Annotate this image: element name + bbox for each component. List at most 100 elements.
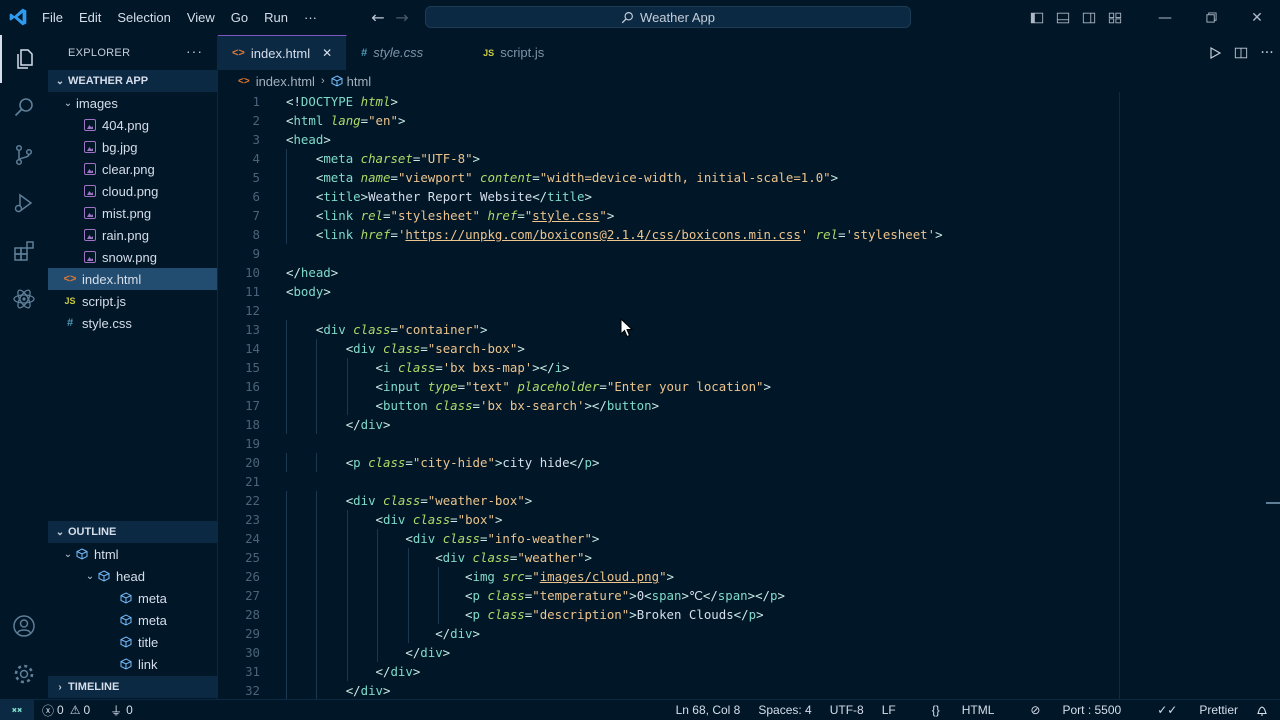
code-line[interactable]: 22 <div class="weather-box"> xyxy=(218,491,1258,510)
code-line[interactable]: 8 <link href='https://unpkg.com/boxicons… xyxy=(218,225,1258,244)
explorer-more-actions[interactable]: ··· xyxy=(186,43,203,59)
remote-indicator[interactable] xyxy=(0,700,34,720)
restore-icon[interactable] xyxy=(1188,0,1234,35)
scrollbar-thumb[interactable] xyxy=(1266,502,1280,504)
indentation[interactable]: Spaces: 4 xyxy=(758,703,811,717)
language-mode[interactable]: {} HTML xyxy=(914,703,995,717)
code-line[interactable]: 6 <title>Weather Report Website</title> xyxy=(218,187,1258,206)
forward-arrow-icon[interactable]: → xyxy=(390,7,414,27)
toggle-secondary-sidebar-icon[interactable] xyxy=(1076,0,1102,35)
code-line[interactable]: 7 <link rel="stylesheet" href="style.css… xyxy=(218,206,1258,225)
prettier-status[interactable]: ✓✓ Prettier xyxy=(1139,703,1238,717)
code-line[interactable]: 20 <p class="city-hide">city hide</p> xyxy=(218,453,1258,472)
file-item-style-css[interactable]: # style.css xyxy=(48,312,217,334)
outline-item[interactable]: meta xyxy=(48,587,217,609)
menu-selection[interactable]: Selection xyxy=(109,10,178,25)
code-line[interactable]: 3 <head> xyxy=(218,130,1258,149)
code-line[interactable]: 11 <body> xyxy=(218,282,1258,301)
menu-file[interactable]: File xyxy=(34,10,71,25)
split-editor-icon[interactable] xyxy=(1228,46,1254,60)
file-item[interactable]: 404.png xyxy=(48,114,217,136)
code-line[interactable]: 21 xyxy=(218,472,1258,491)
code-line[interactable]: 15 <i class='bx bxs-map'></i> xyxy=(218,358,1258,377)
command-center[interactable]: Weather App xyxy=(425,6,911,28)
code-line[interactable]: 29 </div> xyxy=(218,624,1258,643)
breadcrumb-symbol[interactable]: html xyxy=(347,74,372,89)
code-line[interactable]: 26 <img src="images/cloud.png"> xyxy=(218,567,1258,586)
ports-indicator[interactable]: ⏚ 0 xyxy=(110,702,143,719)
tab-script-js[interactable]: JS script.js xyxy=(469,35,592,70)
minimize-icon[interactable]: — xyxy=(1142,0,1188,35)
code-line[interactable]: 12 xyxy=(218,301,1258,320)
outline-item[interactable]: link xyxy=(48,653,217,675)
file-item[interactable]: mist.png xyxy=(48,202,217,224)
menu-edit[interactable]: Edit xyxy=(71,10,109,25)
code-editor[interactable]: 1 <!DOCTYPE html> 2 <html lang="en"> 3 <head>… xyxy=(218,92,1268,699)
customize-layout-icon[interactable] xyxy=(1102,0,1128,35)
file-item[interactable]: rain.png xyxy=(48,224,217,246)
toggle-primary-sidebar-icon[interactable] xyxy=(1024,0,1050,35)
back-arrow-icon[interactable]: ← xyxy=(366,7,390,27)
file-item[interactable]: snow.png xyxy=(48,246,217,268)
source-control-icon[interactable] xyxy=(0,131,48,179)
code-line[interactable]: 30 </div> xyxy=(218,643,1258,662)
breadcrumb-file[interactable]: index.html xyxy=(256,74,315,89)
code-line[interactable]: 13 <div class="container"> xyxy=(218,320,1258,339)
code-line[interactable]: 18 </div> xyxy=(218,415,1258,434)
run-debug-icon[interactable] xyxy=(0,179,48,227)
code-line[interactable]: 24 <div class="info-weather"> xyxy=(218,529,1258,548)
code-line[interactable]: 31 </div> xyxy=(218,662,1258,681)
tab-index-html[interactable]: <> index.html ✕ xyxy=(218,35,348,70)
code-line[interactable]: 27 <p class="temperature">0<span>℃</span… xyxy=(218,586,1258,605)
folder-images[interactable]: ⌄ images xyxy=(48,92,217,114)
code-line[interactable]: 32 </div> xyxy=(218,681,1258,699)
file-item-index-html[interactable]: <> index.html xyxy=(48,268,217,290)
menu-more[interactable]: ··· xyxy=(296,10,325,25)
end-of-line[interactable]: LF xyxy=(882,703,896,717)
close-icon[interactable]: ✕ xyxy=(322,46,332,60)
code-line[interactable]: 19 xyxy=(218,434,1258,453)
code-line[interactable]: 17 <button class='bx bx-search'></button… xyxy=(218,396,1258,415)
outline-item[interactable]: ⌄ head xyxy=(48,565,217,587)
cursor-position[interactable]: Ln 68, Col 8 xyxy=(676,703,741,717)
timeline-header[interactable]: › TIMELINE xyxy=(48,676,217,698)
code-line[interactable]: 2 <html lang="en"> xyxy=(218,111,1258,130)
code-line[interactable]: 14 <div class="search-box"> xyxy=(218,339,1258,358)
code-line[interactable]: 23 <div class="box"> xyxy=(218,510,1258,529)
account-icon[interactable] xyxy=(0,602,48,650)
code-line[interactable]: 9 xyxy=(218,244,1258,263)
search-activity-icon[interactable] xyxy=(0,83,48,131)
code-line[interactable]: 5 <meta name="viewport" content="width=d… xyxy=(218,168,1258,187)
outline-item[interactable]: meta xyxy=(48,609,217,631)
code-line[interactable]: 28 <p class="description">Broken Clouds<… xyxy=(218,605,1258,624)
outline-header[interactable]: ⌄ OUTLINE xyxy=(48,521,217,543)
menu-view[interactable]: View xyxy=(179,10,223,25)
menu-go[interactable]: Go xyxy=(223,10,256,25)
file-item[interactable]: bg.jpg xyxy=(48,136,217,158)
live-server-port[interactable]: ⊘ Port : 5500 xyxy=(1012,703,1121,717)
outline-item[interactable]: title xyxy=(48,631,217,653)
file-item-script-js[interactable]: JS script.js xyxy=(48,290,217,312)
code-line[interactable]: 1 <!DOCTYPE html> xyxy=(218,92,1258,111)
run-icon[interactable] xyxy=(1202,46,1228,59)
react-icon[interactable] xyxy=(0,275,48,323)
file-item[interactable]: cloud.png xyxy=(48,180,217,202)
more-actions-icon[interactable]: ··· xyxy=(1254,45,1280,61)
explorer-activity-icon[interactable] xyxy=(0,35,48,83)
toggle-panel-icon[interactable] xyxy=(1050,0,1076,35)
file-item[interactable]: clear.png xyxy=(48,158,217,180)
code-line[interactable]: 10 </head> xyxy=(218,263,1258,282)
problems-indicator[interactable]: ⓧ 0 ⚠ 0 xyxy=(42,702,100,719)
encoding[interactable]: UTF-8 xyxy=(830,703,864,717)
code-line[interactable]: 25 <div class="weather"> xyxy=(218,548,1258,567)
extensions-icon[interactable] xyxy=(0,227,48,275)
code-line[interactable]: 16 <input type="text" placeholder="Enter… xyxy=(218,377,1258,396)
close-window-icon[interactable]: ✕ xyxy=(1234,0,1280,35)
tab-style-css[interactable]: # style.css xyxy=(347,35,470,70)
notifications-bell-icon[interactable] xyxy=(1256,704,1268,717)
outline-item[interactable]: ⌄ html xyxy=(48,543,217,565)
settings-gear-icon[interactable] xyxy=(0,650,48,698)
menu-run[interactable]: Run xyxy=(256,10,296,25)
workspace-folder-header[interactable]: ⌄ WEATHER APP xyxy=(48,70,217,92)
code-line[interactable]: 4 <meta charset="UTF-8"> xyxy=(218,149,1258,168)
